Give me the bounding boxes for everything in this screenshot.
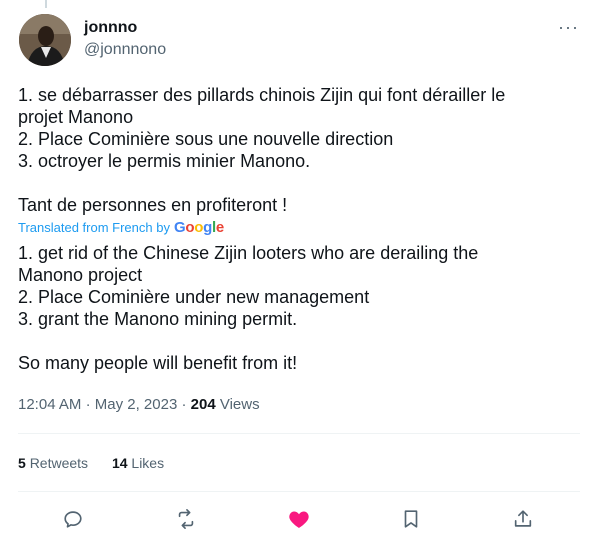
- bookmark-button[interactable]: [398, 506, 424, 532]
- meta-separator: ·: [85, 396, 95, 413]
- engagement-stats: 5 Retweets 14 Likes: [18, 454, 184, 472]
- retweets-stat[interactable]: 5 Retweets: [18, 455, 88, 471]
- divider: [18, 433, 580, 434]
- tweet-date[interactable]: May 2, 2023: [95, 396, 178, 413]
- retweet-button[interactable]: [173, 506, 199, 532]
- reply-icon: [64, 511, 82, 528]
- user-handle[interactable]: @jonnnono: [84, 40, 166, 60]
- likes-count: 14: [111, 455, 128, 471]
- divider: [18, 491, 580, 492]
- google-logo: Google: [173, 219, 224, 236]
- thread-line: [45, 0, 47, 8]
- translated-label: Translated from French by: [18, 220, 170, 235]
- retweets-label: Retweets: [29, 455, 89, 471]
- views-count: 204: [190, 396, 216, 413]
- translated-text: 1. get rid of the Chinese Zijin looters …: [18, 243, 479, 373]
- share-button[interactable]: [510, 506, 536, 532]
- tweet-time[interactable]: 12:04 AM: [18, 396, 81, 413]
- avatar-photo: [19, 14, 71, 66]
- like-button[interactable]: [286, 506, 312, 532]
- likes-stat[interactable]: 14 Likes: [112, 455, 164, 471]
- bookmark-icon: [404, 510, 418, 528]
- retweet-icon: [178, 509, 194, 529]
- avatar[interactable]: [19, 14, 71, 66]
- views-label: Views: [219, 396, 260, 413]
- translation-attribution: Translated from French by Google: [18, 219, 224, 237]
- likes-label: Likes: [131, 455, 165, 471]
- tweet-text: 1. se débarrasser des pillards chinois Z…: [18, 85, 506, 215]
- display-name[interactable]: jonnno: [84, 18, 137, 38]
- meta-separator: ·: [181, 396, 191, 413]
- share-icon: [514, 510, 532, 527]
- retweets-count: 5: [18, 455, 26, 471]
- heart-filled-icon: [289, 511, 309, 528]
- more-options-icon[interactable]: ···: [558, 18, 579, 36]
- tweet-meta: 12:04 AM · May 2, 2023 · 204 Views: [18, 395, 260, 415]
- action-bar: [0, 506, 598, 532]
- reply-button[interactable]: [60, 506, 86, 532]
